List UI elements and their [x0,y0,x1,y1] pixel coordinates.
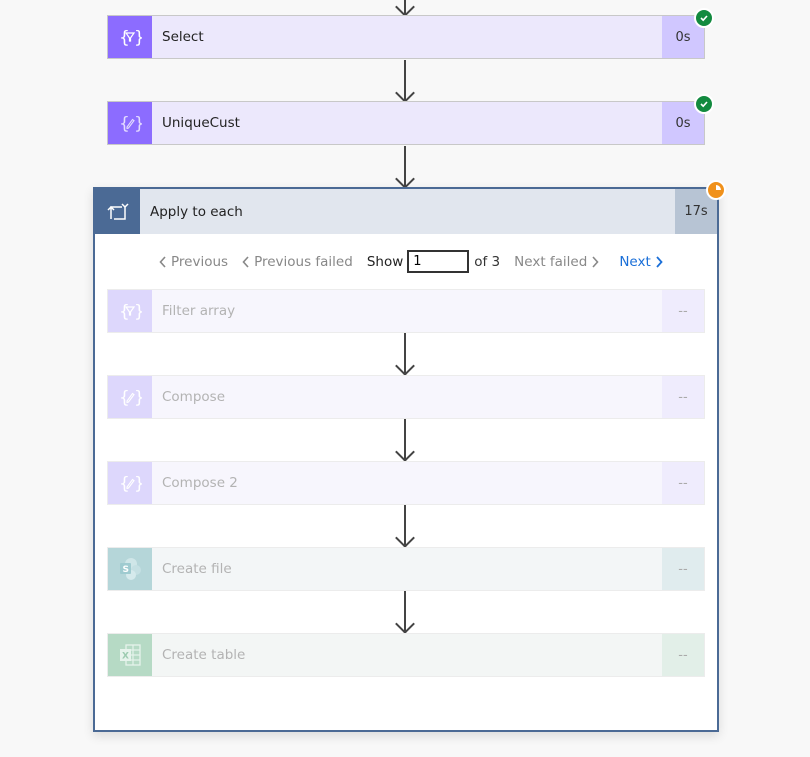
iteration-count: of 3 [474,253,501,270]
previous-failed-button[interactable]: Previous failed [238,254,353,270]
svg-text:S: S [123,565,129,575]
svg-text:{: { [119,114,130,134]
action-title: Create file [162,561,232,577]
compose-icon: {} [108,462,152,504]
previous-failed-label: Previous failed [254,253,353,270]
action-duration: -- [662,548,704,590]
action-card-uniquecust[interactable]: {} UniqueCust 0s [107,101,705,145]
action-card-select[interactable]: {} Select 0s [107,15,705,59]
action-title: Compose [162,389,226,405]
action-title: Filter array [162,303,236,319]
action-duration: -- [662,462,704,504]
running-status-icon [706,180,726,200]
loop-icon [95,189,140,234]
arrow-icon [395,83,415,103]
data-operation-select-icon: {} [108,16,152,58]
loop-title: Apply to each [150,203,243,220]
success-check-icon [694,8,714,28]
svg-text:X: X [122,652,129,662]
action-card-create-file[interactable]: S Create file -- [107,547,705,591]
svg-text:{: { [119,302,130,322]
previous-label: Previous [171,253,229,270]
svg-text:{: { [119,474,130,494]
next-button[interactable]: Next [619,254,666,270]
action-title: Select [162,29,204,45]
filter-array-icon: {} [108,290,152,332]
chevron-right-icon [656,255,663,268]
excel-icon: X [108,634,152,676]
compose-icon: {} [108,102,152,144]
next-failed-label: Next failed [514,253,588,270]
svg-text:}: } [134,28,142,48]
action-duration: -- [662,376,704,418]
iteration-pager: Previous Previous failed Show of 3 Next … [155,250,667,273]
compose-icon: {} [108,376,152,418]
chevron-left-icon [159,255,166,268]
previous-button[interactable]: Previous [155,254,228,270]
svg-text:{: { [119,388,130,408]
show-label: Show [366,253,404,270]
action-card-compose-2[interactable]: {} Compose 2 -- [107,461,705,505]
next-failed-button[interactable]: Next failed [514,254,603,270]
sharepoint-icon: S [108,548,152,590]
svg-text:}: } [134,388,142,408]
next-label: Next [619,253,651,270]
svg-text:}: } [134,302,142,322]
success-check-icon [694,94,714,114]
arrow-icon [395,169,415,189]
loop-header[interactable]: Apply to each 17s [95,189,717,234]
action-duration: -- [662,290,704,332]
action-duration: -- [662,634,704,676]
svg-text:{: { [119,28,130,48]
iteration-input[interactable] [407,250,470,273]
svg-text:}: } [134,474,142,494]
svg-text:}: } [134,114,142,134]
action-card-create-table[interactable]: X Create table -- [107,633,705,677]
action-title: Create table [162,647,246,663]
action-title: Compose 2 [162,475,238,491]
action-title: UniqueCust [162,115,240,131]
action-card-filter-array[interactable]: {} Filter array -- [107,289,705,333]
chevron-left-icon [242,255,249,268]
action-card-compose[interactable]: {} Compose -- [107,375,705,419]
chevron-right-icon [592,255,599,268]
